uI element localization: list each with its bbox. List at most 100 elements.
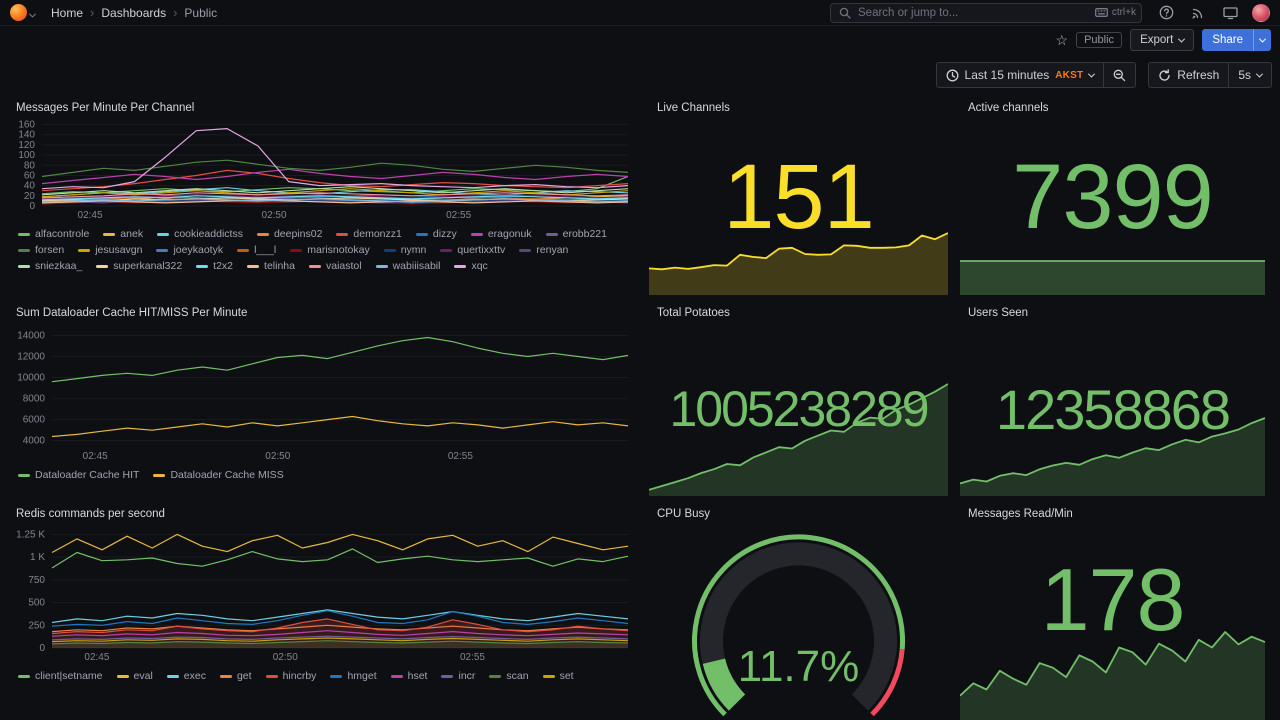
legend-swatch: [18, 265, 30, 268]
panel-title[interactable]: Messages Per Minute Per Channel: [8, 95, 638, 117]
legend-item[interactable]: nymn: [383, 244, 426, 257]
nav-icons: [1156, 3, 1270, 23]
panel-title[interactable]: Messages Read/Min: [960, 501, 1265, 523]
share-menu-caret[interactable]: [1253, 29, 1271, 51]
help-icon[interactable]: [1156, 3, 1176, 23]
keyboard-icon: [1094, 8, 1108, 17]
legend-item[interactable]: alfacontrole: [18, 228, 89, 241]
stat-value: 7399: [1012, 146, 1214, 248]
legend-item[interactable]: forsen: [18, 244, 64, 257]
svg-text:4000: 4000: [23, 436, 46, 447]
monitor-icon[interactable]: [1220, 3, 1240, 23]
refresh-button[interactable]: Refresh: [1148, 62, 1230, 88]
svg-text:02:50: 02:50: [273, 652, 298, 663]
legend-item[interactable]: Dataloader Cache HIT: [18, 469, 139, 482]
export-button[interactable]: Export: [1130, 29, 1195, 51]
legend-item[interactable]: l___l: [237, 244, 276, 257]
legend-swatch: [153, 474, 166, 477]
panel-title[interactable]: CPU Busy: [649, 501, 948, 523]
legend-swatch: [290, 249, 303, 252]
legend-swatch: [542, 675, 555, 678]
legend-item[interactable]: demonzz1: [336, 228, 402, 241]
panel-title[interactable]: Active channels: [960, 95, 1265, 117]
panel-live-channels: Live Channels 151: [648, 95, 949, 295]
legend-item[interactable]: set: [542, 670, 574, 683]
svg-text:8000: 8000: [23, 394, 46, 405]
clock-icon: [946, 69, 958, 81]
breadcrumb-home[interactable]: Home: [51, 6, 83, 20]
legend-item[interactable]: wabiiisabil: [375, 260, 440, 273]
legend-swatch: [256, 233, 269, 236]
legend-item[interactable]: scan: [489, 670, 529, 683]
legend-item[interactable]: exec: [166, 670, 206, 683]
svg-text:12000: 12000: [17, 351, 45, 362]
breadcrumb-separator: ›: [173, 5, 178, 20]
panel-title[interactable]: Total Potatoes: [649, 300, 948, 322]
legend-item[interactable]: cookieaddictss: [157, 228, 243, 241]
panel-active-channels: Active channels 7399: [960, 95, 1265, 295]
legend-item[interactable]: deepins02: [256, 228, 322, 241]
legend-swatch: [237, 249, 250, 252]
redis-chart[interactable]: 0 250 500 750 1 K 1.25 K 02:45 02:50 02:55: [12, 523, 636, 663]
legend-item[interactable]: jesusavgn: [78, 244, 142, 257]
legend-swatch: [219, 675, 232, 678]
legend-item[interactable]: sniezkaa_: [18, 260, 82, 273]
svg-text:80: 80: [24, 160, 36, 171]
legend-swatch: [330, 675, 343, 678]
legend-item[interactable]: get: [219, 670, 252, 683]
search-input[interactable]: Search or jump to... ctrl+k: [830, 2, 1142, 23]
dataloader-chart[interactable]: 4000 6000 8000 10000 12000 14000 02:45 02:50 02:…: [12, 322, 636, 462]
legend-item[interactable]: client|setname: [18, 670, 103, 683]
legend-item[interactable]: eragonuk: [470, 228, 532, 241]
rss-icon[interactable]: [1188, 3, 1208, 23]
breadcrumb-separator: ›: [90, 5, 95, 20]
legend-item[interactable]: erobb221: [545, 228, 607, 241]
panel-title[interactable]: Users Seen: [960, 300, 1265, 322]
legend-swatch: [96, 265, 109, 268]
legend-item[interactable]: Dataloader Cache MISS: [153, 469, 284, 482]
search-placeholder: Search or jump to...: [858, 6, 959, 19]
star-icon[interactable]: ☆: [1056, 33, 1069, 47]
chevron-down-icon: [1088, 70, 1096, 78]
legend-item[interactable]: anek: [103, 228, 143, 241]
chevron-down-icon[interactable]: [28, 5, 37, 23]
legend-item[interactable]: dizzy: [415, 228, 457, 241]
legend-item[interactable]: hincrby: [265, 670, 316, 683]
legend-item[interactable]: xqc: [454, 260, 488, 273]
share-button[interactable]: Share: [1202, 29, 1271, 51]
panel-title[interactable]: Live Channels: [649, 95, 948, 117]
svg-text:1.25 K: 1.25 K: [16, 529, 45, 540]
legend-item[interactable]: quertixxttv: [440, 244, 505, 257]
legend-item[interactable]: marisnotokay: [290, 244, 370, 257]
panel-redis-commands: Redis commands per second 0 250 500 750 1 K 1…: [8, 501, 638, 711]
zoom-out-icon: [1113, 69, 1126, 81]
legend-item[interactable]: joeykaotyk: [156, 244, 223, 257]
svg-text:140: 140: [18, 130, 35, 141]
svg-text:1 K: 1 K: [30, 552, 45, 563]
legend-item[interactable]: t2x2: [196, 260, 233, 273]
panel-dataloader-cache: Sum Dataloader Cache HIT/MISS Per Minute…: [8, 300, 638, 496]
legend-item[interactable]: incr: [441, 670, 475, 683]
panel-title[interactable]: Sum Dataloader Cache HIT/MISS Per Minute: [8, 300, 638, 322]
breadcrumb-dashboards[interactable]: Dashboards: [101, 6, 166, 20]
svg-text:10000: 10000: [17, 373, 45, 384]
zoom-out-button[interactable]: [1104, 62, 1137, 88]
legend-item[interactable]: vaiastol: [308, 260, 362, 273]
chevron-down-icon: [1178, 35, 1186, 43]
legend-swatch: [18, 675, 30, 678]
refresh-interval-select[interactable]: 5s: [1229, 62, 1272, 88]
legend-item[interactable]: telinha: [247, 260, 295, 273]
legend-item[interactable]: superkanal322: [96, 260, 182, 273]
refresh-icon: [1159, 68, 1170, 81]
grafana-logo[interactable]: [10, 4, 27, 21]
legend-item[interactable]: hmget: [330, 670, 377, 683]
messages-chart[interactable]: 0 20 40 60 80 100 120 140 160 02:45 02:50 02:55: [12, 117, 636, 221]
time-range-picker[interactable]: Last 15 minutes AKST: [935, 62, 1105, 88]
svg-text:250: 250: [28, 620, 45, 631]
panel-title[interactable]: Redis commands per second: [8, 501, 638, 523]
svg-text:11.7%: 11.7%: [738, 642, 860, 691]
legend-item[interactable]: hset: [390, 670, 427, 683]
legend-item[interactable]: renyan: [519, 244, 568, 257]
legend-item[interactable]: eval: [116, 670, 153, 683]
avatar[interactable]: [1252, 3, 1270, 22]
